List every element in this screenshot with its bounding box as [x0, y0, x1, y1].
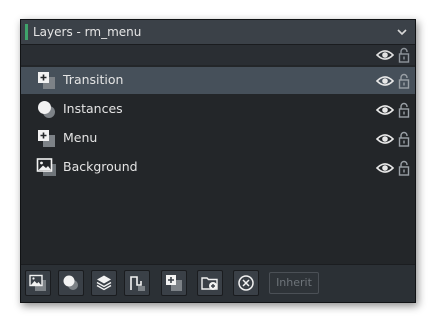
panel-titlebar[interactable]: Layers - rm_menu — [21, 20, 415, 45]
add-tile-layer-button[interactable] — [161, 270, 187, 296]
title-accent-bar — [25, 24, 28, 40]
instance-layer-icon — [38, 101, 55, 118]
add-asset-layer-button[interactable] — [91, 270, 117, 296]
panel-title: Layers - rm_menu — [33, 25, 142, 39]
layer-row-background[interactable]: Background — [21, 154, 415, 181]
add-asset-layer-icon — [96, 275, 112, 291]
layer-row-transition[interactable]: Transition — [21, 67, 415, 94]
layers-panel: Layers - rm_menu Transition Instances Me… — [20, 19, 416, 303]
eye-icon[interactable] — [376, 48, 394, 62]
delete-layer-button[interactable] — [233, 270, 259, 296]
layer-row-instances[interactable]: Instances — [21, 96, 415, 123]
lock-icon[interactable] — [398, 131, 410, 147]
add-folder-icon — [201, 277, 218, 290]
tile-layer-icon — [38, 72, 55, 89]
delete-layer-icon — [238, 275, 254, 291]
eye-icon[interactable] — [376, 74, 394, 88]
eye-icon[interactable] — [376, 132, 394, 146]
eye-icon[interactable] — [376, 161, 394, 175]
add-folder-button[interactable] — [197, 270, 223, 296]
layer-name: Instances — [63, 101, 123, 116]
inherit-button[interactable]: Inherit — [269, 272, 319, 294]
lock-icon[interactable] — [398, 73, 410, 89]
add-instance-layer-icon — [63, 275, 78, 290]
eye-icon[interactable] — [376, 103, 394, 117]
tile-layer-icon — [38, 130, 55, 147]
add-path-layer-icon — [130, 276, 145, 291]
lock-icon[interactable] — [398, 47, 410, 63]
add-tile-layer-icon — [166, 275, 182, 291]
lock-icon[interactable] — [398, 102, 410, 118]
add-background-layer-icon — [29, 274, 46, 291]
layer-list-header — [21, 45, 415, 65]
layer-name: Background — [63, 159, 138, 174]
layer-name: Transition — [63, 72, 124, 87]
add-instance-layer-button[interactable] — [58, 270, 84, 296]
add-path-layer-button[interactable] — [124, 270, 150, 296]
chevron-down-icon[interactable] — [395, 25, 409, 39]
background-layer-icon — [36, 158, 56, 176]
layer-name: Menu — [63, 130, 98, 145]
add-background-layer-button[interactable] — [25, 270, 51, 296]
layers-toolbar: Inherit — [21, 264, 415, 302]
layer-row-menu[interactable]: Menu — [21, 125, 415, 152]
lock-icon[interactable] — [398, 160, 410, 176]
